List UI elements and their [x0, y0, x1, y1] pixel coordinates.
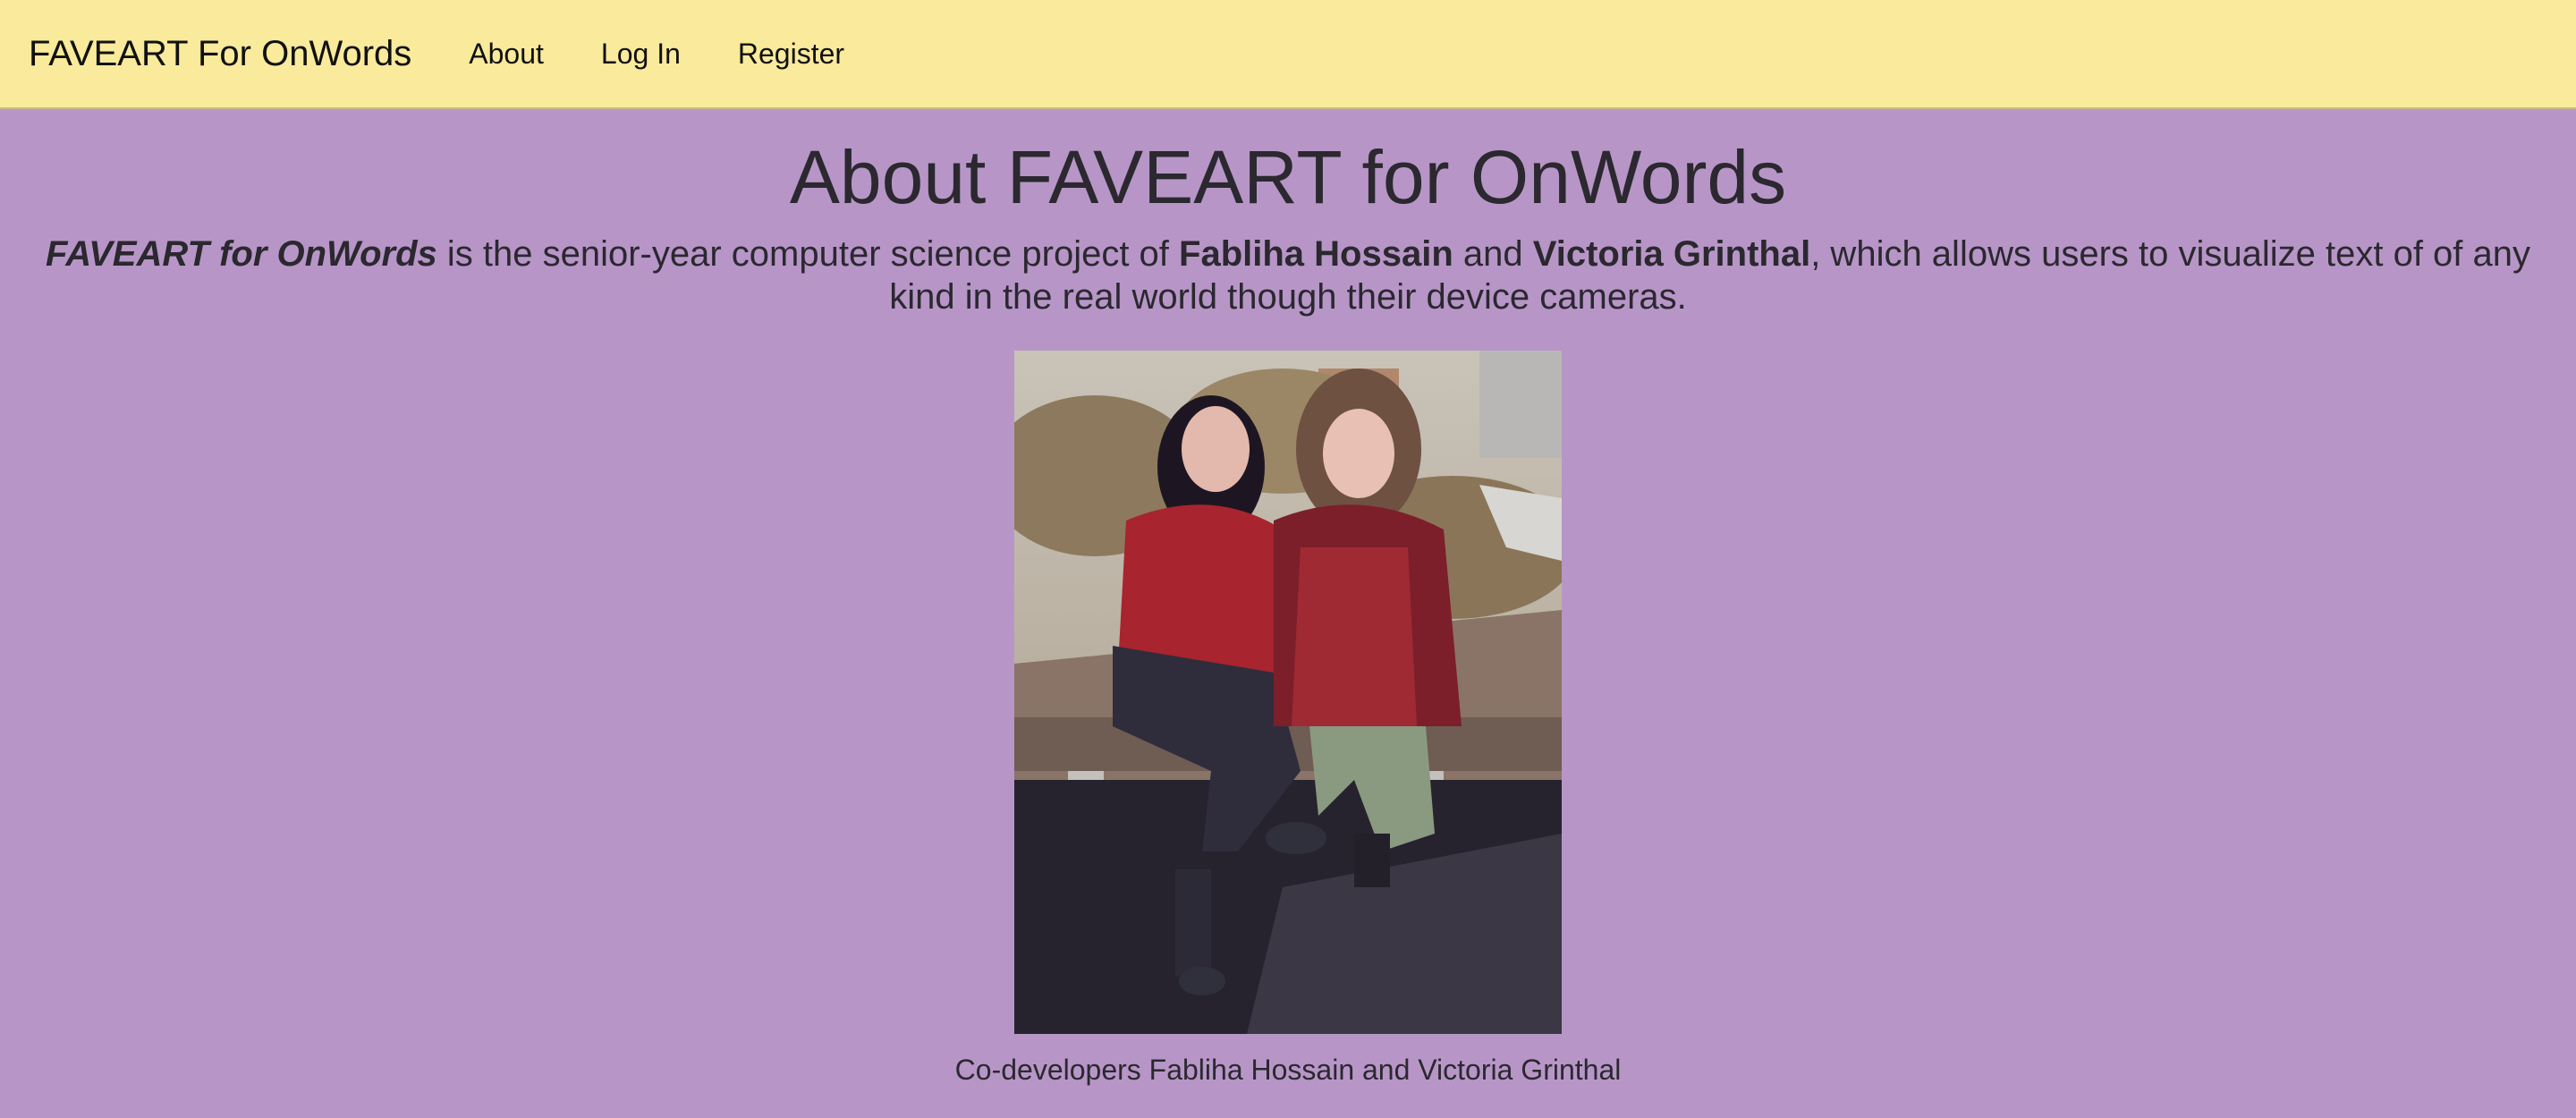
intro-text-2: and [1453, 234, 1533, 274]
main-content: About FAVEART for OnWords FAVEART for On… [0, 132, 2576, 1087]
photo-caption: Co-developers Fabliha Hossain and Victor… [954, 1054, 1622, 1086]
intro-paragraph: FAVEART for OnWords is the senior-year c… [14, 233, 2562, 318]
nav-link-login[interactable]: Log In [601, 38, 681, 71]
brand-link[interactable]: FAVEART For OnWords [29, 34, 411, 74]
navbar: FAVEART For OnWords About Log In Registe… [0, 0, 2576, 109]
intro-text-1: is the senior-year computer science proj… [436, 234, 1180, 274]
developers-photo [1014, 351, 1562, 1034]
developer-name-2: Victoria Grinthal [1532, 234, 1811, 274]
project-name: FAVEART for OnWords [45, 234, 437, 274]
photo-container [0, 351, 2576, 1034]
nav-link-about[interactable]: About [469, 38, 544, 71]
developer-name-1: Fabliha Hossain [1179, 234, 1453, 274]
page-title: About FAVEART for OnWords [789, 135, 1787, 219]
nav-link-register[interactable]: Register [738, 38, 844, 71]
